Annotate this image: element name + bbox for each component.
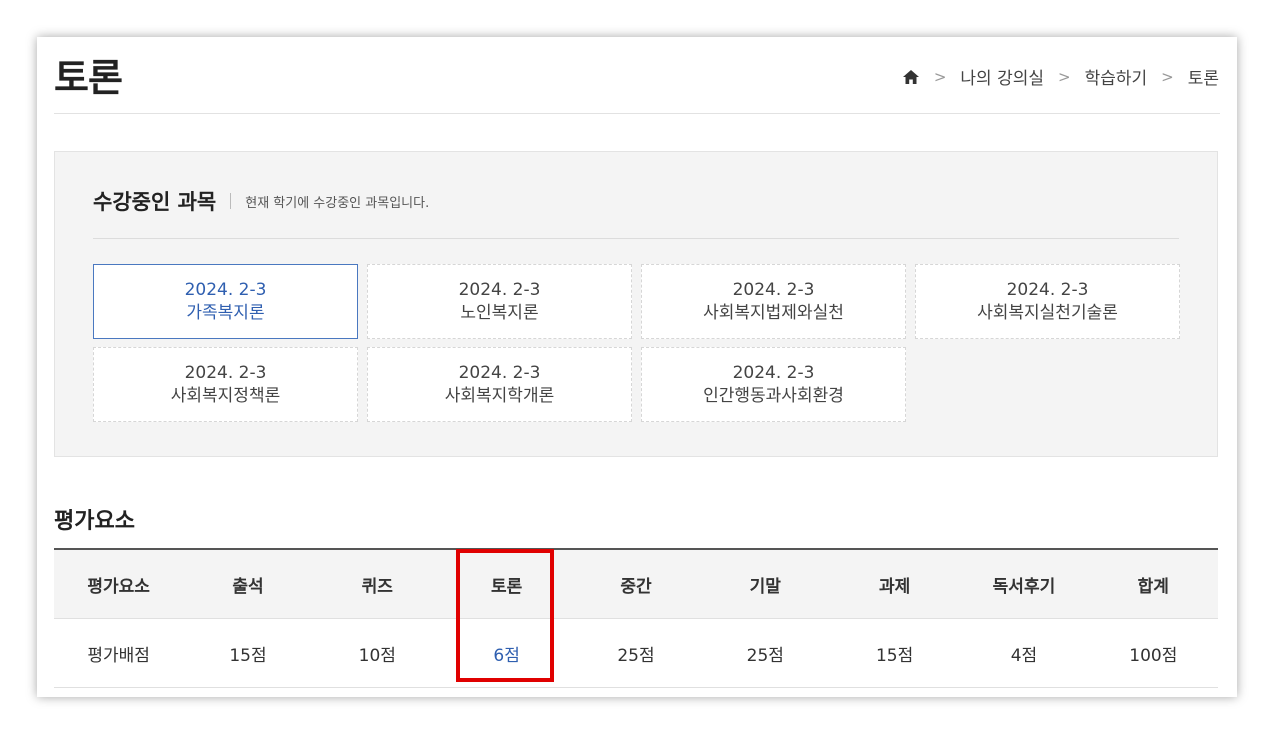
- header-cell: 평가요소: [54, 548, 184, 619]
- course-name: 인간행동과사회환경: [703, 385, 844, 406]
- table-header-row: 평가요소 출석 퀴즈 토론 중간 기말 과제 독서후기 합계: [54, 548, 1218, 619]
- course-term: 2024. 2-3: [732, 279, 815, 300]
- table-cell: 15점: [829, 618, 960, 688]
- course-item-human-behavior[interactable]: 2024. 2-3 인간행동과사회환경: [641, 347, 906, 422]
- course-term: 2024. 2-3: [184, 279, 267, 300]
- header-divider: [54, 113, 1220, 114]
- header-cell-discussion: 토론: [441, 548, 572, 619]
- chevron-right-icon: >: [933, 67, 947, 86]
- header-cell: 과제: [829, 548, 960, 619]
- course-term: 2024. 2-3: [458, 362, 541, 383]
- evaluation-title: 평가요소: [54, 509, 135, 534]
- course-name: 사회복지정책론: [170, 385, 281, 406]
- header-cell: 퀴즈: [312, 548, 442, 619]
- enrolled-courses-title: 수강중인 과목: [93, 190, 217, 214]
- table-cell: 4점: [959, 618, 1089, 688]
- table-cell: 10점: [312, 618, 442, 688]
- table-cell: 15점: [183, 618, 313, 688]
- courses-divider: [93, 238, 1179, 239]
- enrolled-courses-header: 수강중인 과목 현재 학기에 수강중인 과목입니다.: [93, 186, 429, 216]
- chevron-right-icon: >: [1058, 67, 1071, 86]
- course-item-practice-skills[interactable]: 2024. 2-3 사회복지실천기술론: [915, 264, 1180, 339]
- table-row: 평가배점 15점 10점 6점 25점 25점 15점 4점 100점: [54, 618, 1218, 688]
- course-item-family-welfare[interactable]: 2024. 2-3 가족복지론: [93, 264, 358, 339]
- breadcrumb-item-my-classroom[interactable]: 나의 강의실: [960, 64, 1044, 89]
- course-term: 2024. 2-3: [732, 362, 815, 383]
- chevron-right-icon: >: [1161, 67, 1174, 86]
- evaluation-table: 평가요소 출석 퀴즈 토론 중간 기말 과제 독서후기 합계 평가배점 15점 …: [54, 548, 1218, 688]
- header-cell: 독서후기: [959, 548, 1089, 619]
- course-item-elderly-welfare[interactable]: 2024. 2-3 노인복지론: [367, 264, 632, 339]
- breadcrumb: > 나의 강의실 > 학습하기 > 토론: [902, 64, 1219, 89]
- course-item-welfare-policy[interactable]: 2024. 2-3 사회복지정책론: [93, 347, 358, 422]
- course-name: 가족복지론: [186, 302, 265, 323]
- course-item-welfare-intro[interactable]: 2024. 2-3 사회복지학개론: [367, 347, 632, 422]
- breadcrumb-item-current: 토론: [1187, 69, 1219, 89]
- table-cell: 100점: [1088, 618, 1218, 688]
- home-icon[interactable]: [902, 69, 920, 85]
- course-name: 사회복지학개론: [444, 385, 555, 406]
- table-cell: 25점: [571, 618, 701, 688]
- content-card: 토론 > 나의 강의실 > 학습하기 > 토론 수강중인 과목 현재 학기에 수…: [37, 37, 1237, 697]
- course-name: 노인복지론: [460, 302, 539, 323]
- header-cell: 출석: [183, 548, 313, 619]
- table-cell: 25점: [700, 618, 830, 688]
- course-name: 사회복지실천기술론: [977, 302, 1118, 323]
- header-separator: [230, 193, 232, 209]
- course-term: 2024. 2-3: [184, 362, 267, 383]
- header-cell: 합계: [1088, 548, 1218, 619]
- course-list: 2024. 2-3 가족복지론 2024. 2-3 노인복지론 2024. 2-…: [93, 264, 1180, 422]
- course-term: 2024. 2-3: [458, 279, 541, 300]
- header-cell: 중간: [571, 548, 701, 619]
- table-cell: 평가배점: [54, 618, 184, 688]
- enrolled-courses-panel: 수강중인 과목 현재 학기에 수강중인 과목입니다. 2024. 2-3 가족복…: [54, 151, 1218, 457]
- course-item-welfare-law[interactable]: 2024. 2-3 사회복지법제와실천: [641, 264, 906, 339]
- table-cell-discussion-score: 6점: [441, 618, 572, 688]
- course-term: 2024. 2-3: [1006, 279, 1089, 300]
- course-name: 사회복지법제와실천: [703, 302, 844, 323]
- enrolled-courses-subtitle: 현재 학기에 수강중인 과목입니다.: [245, 195, 430, 211]
- breadcrumb-item-study[interactable]: 학습하기: [1085, 64, 1148, 89]
- header-cell: 기말: [700, 548, 830, 619]
- page-title: 토론: [54, 56, 123, 100]
